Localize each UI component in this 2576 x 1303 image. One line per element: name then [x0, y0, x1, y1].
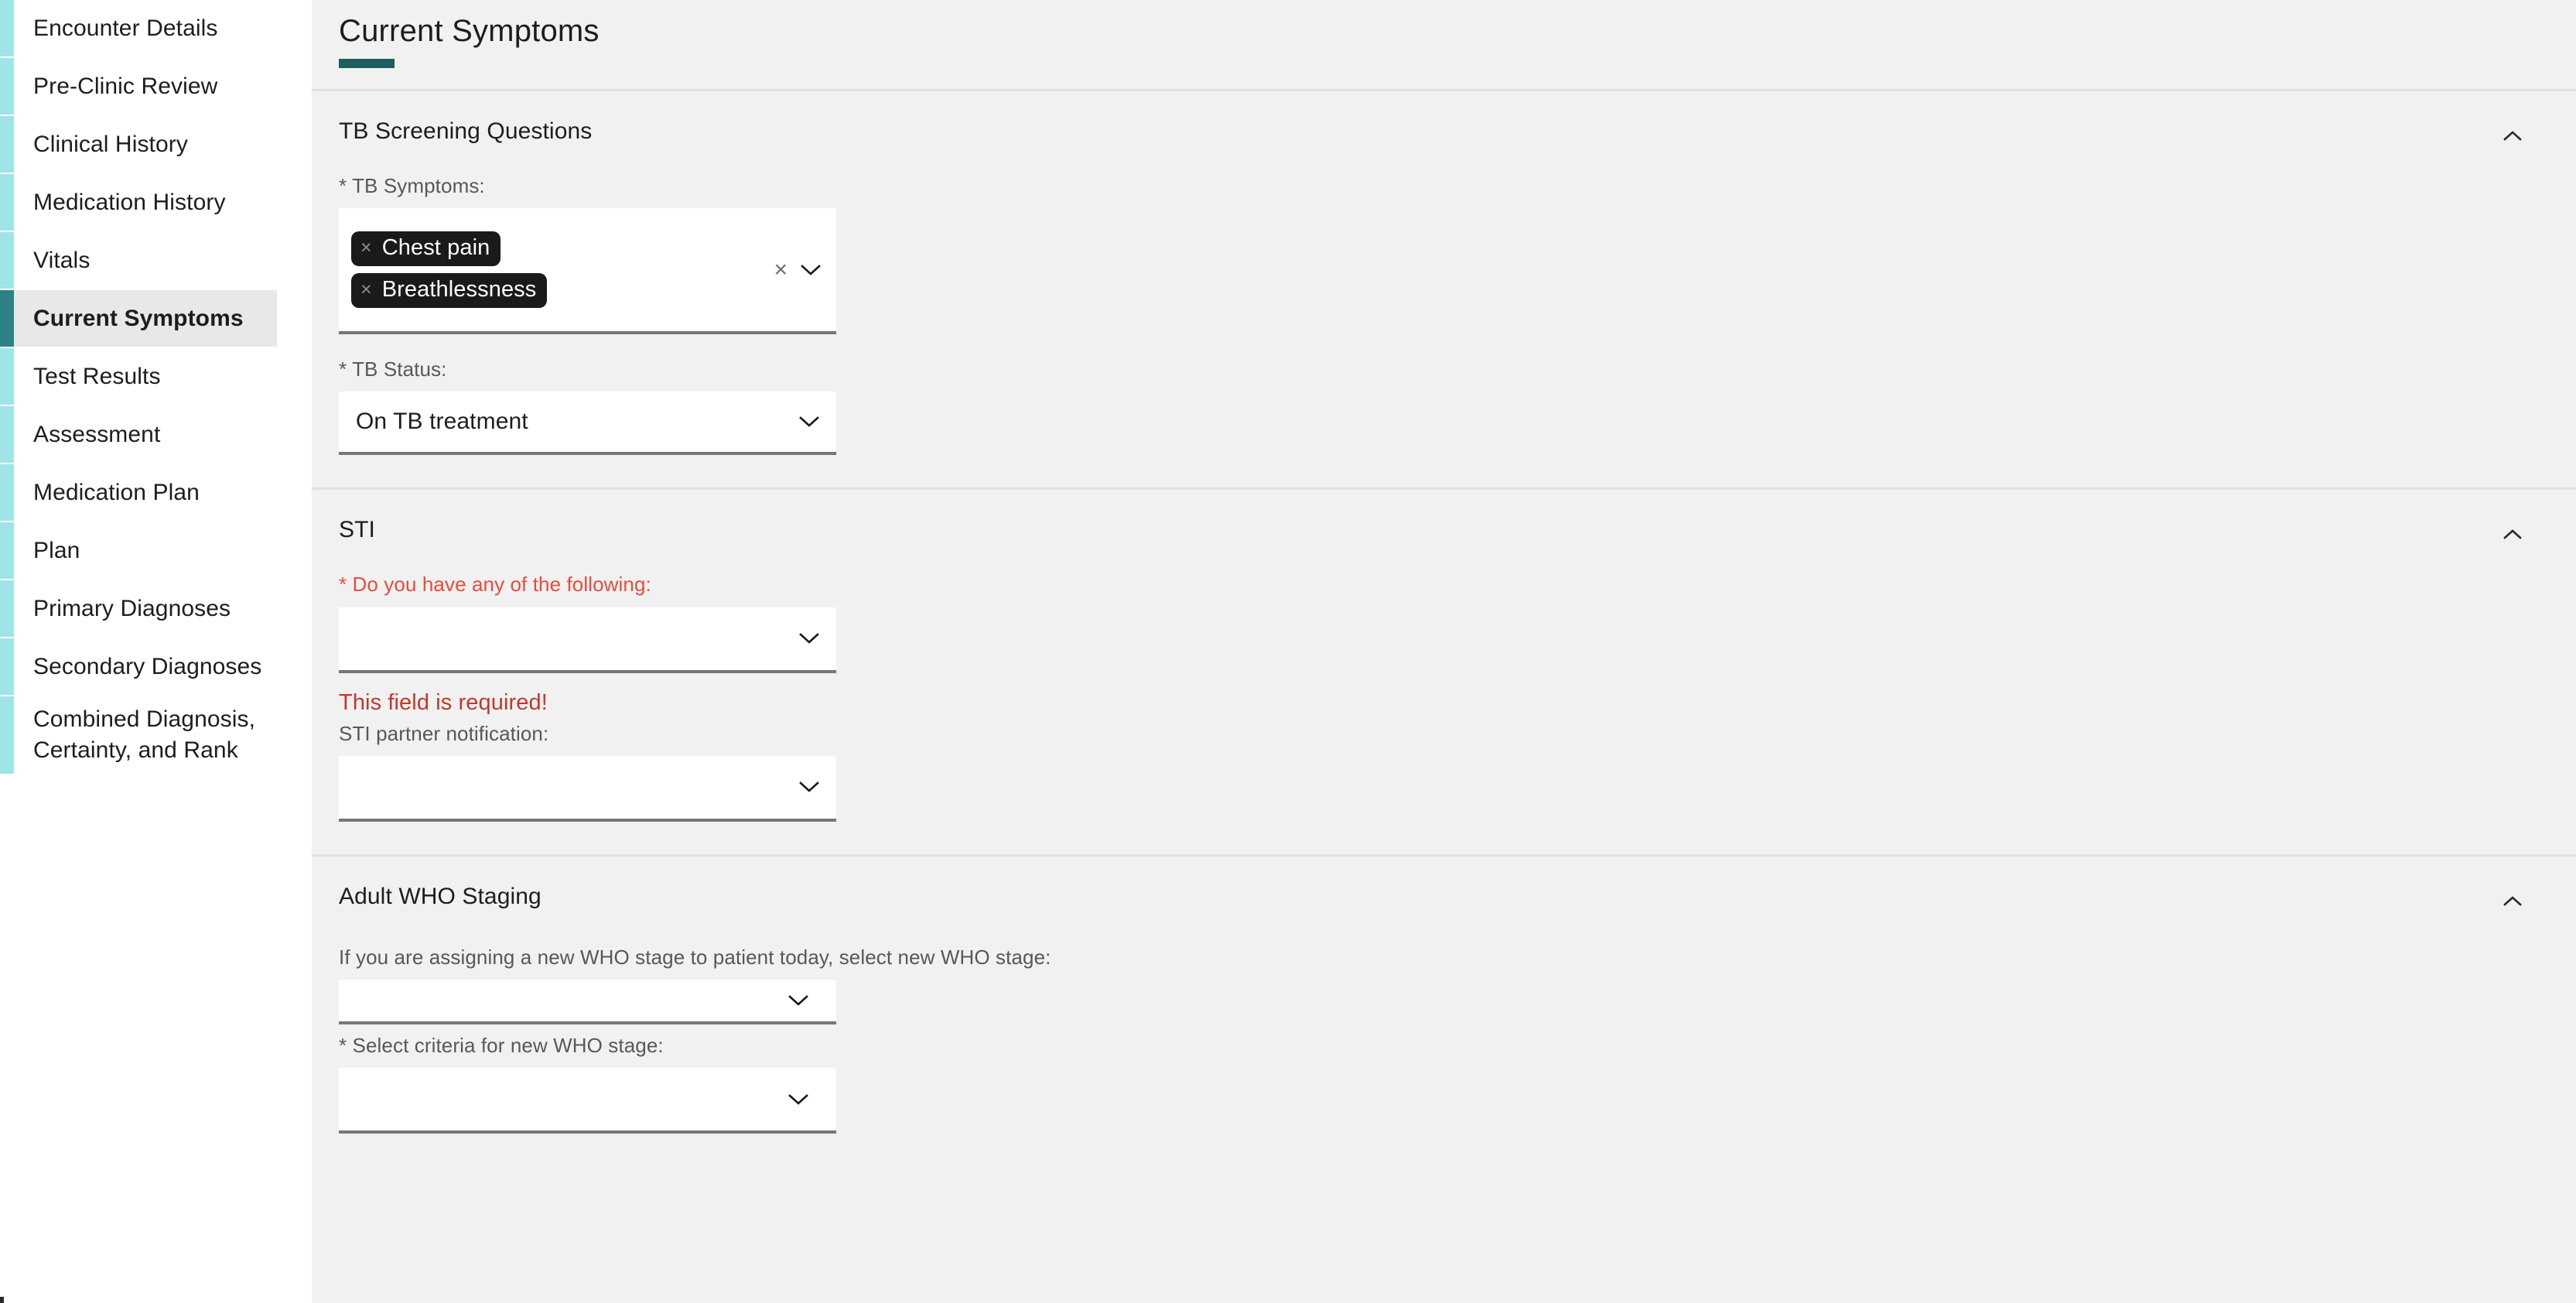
encounter-form-page: Encounter Details Pre-Clinic Review Clin…: [0, 0, 2576, 1303]
field-label-new-who-stage: If you are assigning a new WHO stage to …: [339, 945, 1051, 969]
sidebar-item-label: Clinical History: [33, 131, 188, 157]
field-tb-status: * TB Status: On TB treatment: [339, 334, 2576, 456]
section-title-tb: TB Screening Questions: [339, 118, 593, 144]
sidebar-item-medication-plan[interactable]: Medication Plan: [0, 464, 277, 521]
section-title-who: Adult WHO Staging: [339, 883, 542, 909]
chip-item[interactable]: × Chest pain: [351, 231, 501, 267]
sidebar-item-label: Medication History: [33, 189, 226, 215]
page-title: Current Symptoms: [339, 14, 600, 48]
chevron-down-icon[interactable]: [799, 781, 819, 793]
section-title-sti: STI: [339, 517, 375, 543]
field-label-tb-symptoms: * TB Symptoms:: [339, 174, 485, 197]
chevron-down-icon[interactable]: [799, 416, 819, 428]
chevron-down-icon[interactable]: [799, 632, 819, 645]
sidebar-item-clinical-history[interactable]: Clinical History: [0, 116, 277, 173]
new-who-stage-select[interactable]: [339, 979, 836, 1024]
field-label-sti-following: * Do you have any of the following:: [339, 573, 651, 597]
sidebar-item-medication-history[interactable]: Medication History: [0, 174, 277, 231]
chip-label: Chest pain: [381, 235, 490, 261]
tb-status-select[interactable]: On TB treatment: [339, 392, 836, 456]
validation-error-message: This field is required!: [339, 689, 548, 715]
chevron-up-icon: [2503, 896, 2522, 906]
field-sti-following: * Do you have any of the following: This…: [339, 549, 2576, 715]
chevron-up-icon: [2503, 529, 2522, 540]
sidebar-item-encounter-details[interactable]: Encounter Details: [0, 0, 277, 56]
close-icon[interactable]: ×: [360, 238, 372, 258]
sidebar-item-label: Primary Diagnoses: [33, 595, 231, 621]
clear-all-icon[interactable]: ×: [774, 258, 787, 282]
close-icon[interactable]: ×: [360, 280, 372, 299]
section-tb-screening-questions: TB Screening Questions * TB Symptoms: × …: [312, 91, 2576, 487]
tb-symptoms-multiselect[interactable]: × Chest pain × Breathlessness ×: [339, 208, 836, 335]
collapse-toggle-who[interactable]: [2497, 885, 2528, 916]
sti-following-select[interactable]: [339, 607, 836, 673]
chevron-down-icon[interactable]: [801, 264, 821, 276]
sidebar-item-vitals[interactable]: Vitals: [0, 232, 277, 289]
section-navigation-sidebar: Encounter Details Pre-Clinic Review Clin…: [0, 0, 312, 1303]
field-who-criteria: * Select criteria for new WHO stage:: [339, 1024, 2576, 1134]
field-label-sti-partner: STI partner notification:: [339, 721, 549, 745]
collapse-toggle-tb[interactable]: [2497, 120, 2528, 151]
field-label-who-criteria: * Select criteria for new WHO stage:: [339, 1033, 664, 1057]
form-content-area: Current Symptoms TB Screening Questions …: [312, 0, 2576, 1303]
sidebar-item-label: Pre-Clinic Review: [33, 73, 218, 99]
page-header: Current Symptoms: [312, 0, 2576, 89]
sidebar-item-pre-clinic-review[interactable]: Pre-Clinic Review: [0, 58, 277, 115]
field-label-tb-status: * TB Status:: [339, 357, 447, 381]
sidebar-item-label: Secondary Diagnoses: [33, 653, 262, 679]
page-corner-marker: [0, 1297, 4, 1303]
sidebar-item-label: Current Symptoms: [33, 305, 244, 331]
chip-label: Breathlessness: [381, 277, 537, 303]
section-header: Adult WHO Staging: [339, 857, 2576, 916]
sidebar-item-secondary-diagnoses[interactable]: Secondary Diagnoses: [0, 638, 277, 695]
sidebar-item-label: Combined Diagnosis, Certainty, and Rank: [33, 706, 256, 763]
sidebar-item-label: Vitals: [33, 247, 91, 273]
who-criteria-select[interactable]: [339, 1068, 836, 1134]
sidebar-item-plan[interactable]: Plan: [0, 522, 277, 579]
sidebar-item-primary-diagnoses[interactable]: Primary Diagnoses: [0, 580, 277, 637]
field-sti-partner-notification: STI partner notification:: [339, 716, 2576, 822]
selected-chips-list: × Chest pain × Breathlessness: [351, 231, 774, 309]
field-tb-symptoms: * TB Symptoms: × Chest pain × Breathless…: [339, 151, 2576, 335]
section-header: TB Screening Questions: [339, 91, 2576, 151]
sidebar-item-label: Assessment: [33, 421, 161, 447]
tb-status-value: On TB treatment: [356, 409, 528, 435]
sidebar-item-current-symptoms[interactable]: Current Symptoms: [0, 290, 277, 347]
chevron-up-icon: [2503, 131, 2522, 141]
chevron-down-icon[interactable]: [788, 994, 808, 1007]
sidebar-item-label: Test Results: [33, 363, 161, 389]
section-sti: STI * Do you have any of the following: …: [312, 490, 2576, 853]
chip-item[interactable]: × Breathlessness: [351, 273, 548, 309]
sidebar-item-combined-diagnosis-certainty-and-rank[interactable]: Combined Diagnosis, Certainty, and Rank: [0, 696, 277, 774]
sti-partner-select[interactable]: [339, 755, 836, 822]
title-accent-bar: [339, 59, 395, 68]
sidebar-item-label: Medication Plan: [33, 479, 200, 505]
sidebar-item-test-results[interactable]: Test Results: [0, 348, 277, 405]
chevron-down-icon[interactable]: [788, 1093, 808, 1106]
collapse-toggle-sti[interactable]: [2497, 518, 2528, 549]
sidebar-item-assessment[interactable]: Assessment: [0, 406, 277, 463]
sidebar-item-label: Encounter Details: [33, 15, 218, 41]
section-header: STI: [339, 490, 2576, 549]
multiselect-actions: ×: [774, 258, 836, 282]
sidebar-item-label: Plan: [33, 537, 80, 563]
field-new-who-stage: If you are assigning a new WHO stage to …: [339, 916, 2576, 1024]
section-adult-who-staging: Adult WHO Staging If you are assigning a…: [312, 857, 2576, 1176]
